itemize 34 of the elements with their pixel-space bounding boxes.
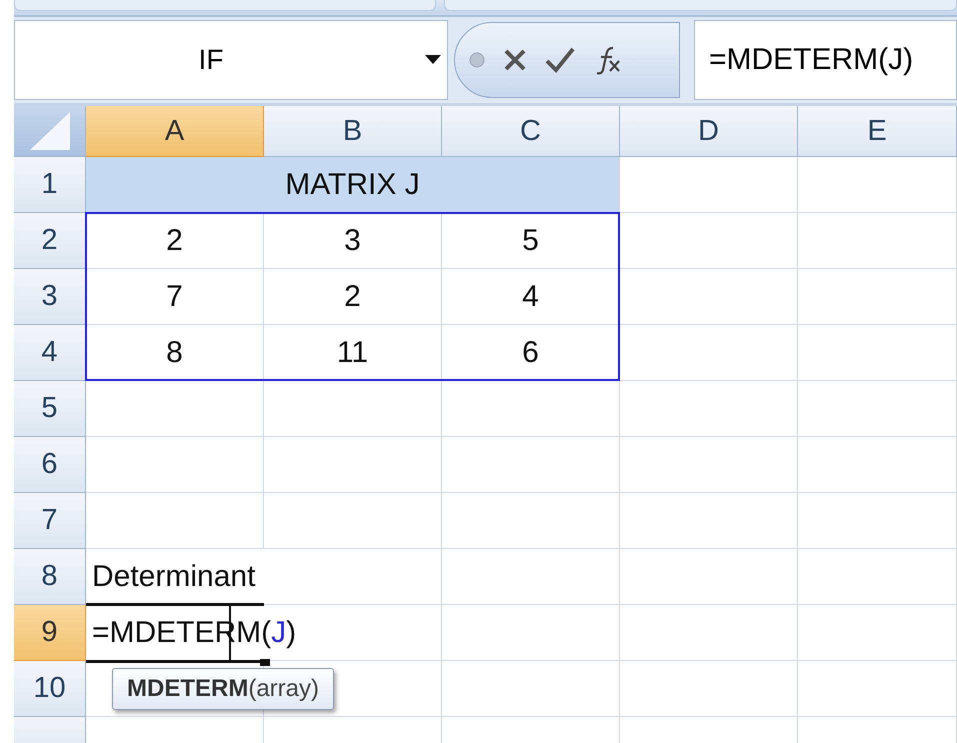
row-header[interactable]: 5 <box>14 381 86 437</box>
column-header[interactable]: C <box>442 106 620 157</box>
column-header[interactable]: A <box>86 106 264 157</box>
table-cell: 7 <box>86 269 264 325</box>
row-header[interactable]: 2 <box>14 213 86 269</box>
table-cell: 5 <box>442 213 620 269</box>
row-header[interactable]: 8 <box>14 549 86 605</box>
function-tooltip: MDETERM(array) <box>112 668 334 710</box>
fill-handle[interactable] <box>260 659 270 666</box>
merged-header-cell: MATRIX J <box>86 157 620 213</box>
row-header[interactable]: 7 <box>14 493 86 549</box>
column-header[interactable]: B <box>264 106 442 157</box>
table-cell: 6 <box>442 325 620 381</box>
row-header[interactable]: 10 <box>14 661 86 717</box>
row-header[interactable]: 9 <box>14 605 86 661</box>
table-cell: 8 <box>86 325 264 381</box>
name-box[interactable]: IF <box>14 20 448 100</box>
column-header[interactable]: D <box>620 106 798 157</box>
table-cell: 2 <box>86 213 264 269</box>
table-cell: 3 <box>264 213 442 269</box>
formula-field[interactable]: =MDETERM(J) <box>694 20 957 100</box>
table-cell: Determinant <box>86 549 442 605</box>
table-cell: 11 <box>264 325 442 381</box>
column-header[interactable]: E <box>798 106 957 157</box>
check-icon[interactable] <box>545 47 575 73</box>
table-cell: 4 <box>442 269 620 325</box>
row-header[interactable]: 3 <box>14 269 86 325</box>
cancel-icon[interactable] <box>503 48 527 72</box>
dropdown-icon[interactable] <box>425 55 441 64</box>
row-header[interactable]: 6 <box>14 437 86 493</box>
row-header[interactable]: 4 <box>14 325 86 381</box>
grip-icon <box>469 52 485 68</box>
row-header[interactable]: 1 <box>14 157 86 213</box>
table-cell: 2 <box>264 269 442 325</box>
